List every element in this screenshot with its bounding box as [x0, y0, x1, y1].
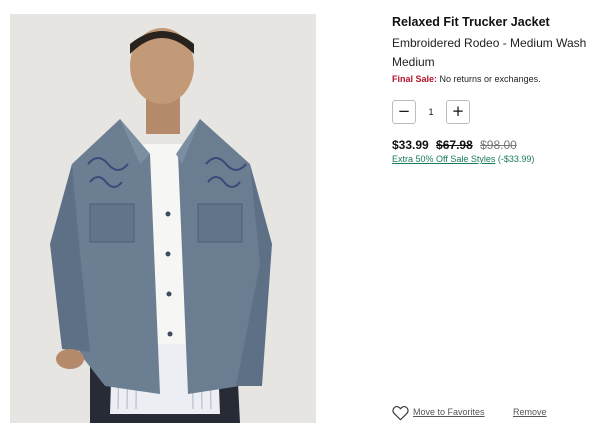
quantity-decrease-button[interactable]: − — [392, 100, 416, 124]
product-image[interactable] — [10, 14, 316, 423]
promo-link[interactable]: Extra 50% Off Sale Styles — [392, 154, 495, 164]
product-variant: Embroidered Rodeo - Medium Wash — [392, 36, 587, 50]
quantity-value: 1 — [428, 107, 434, 117]
final-sale-label: Final Sale: — [392, 74, 438, 84]
remove-link[interactable]: Remove — [513, 407, 547, 417]
quantity-increase-button[interactable]: + — [446, 100, 470, 124]
original-price: $98.00 — [480, 138, 517, 152]
promo-row: Extra 50% Off Sale Styles (-$33.99) — [392, 154, 534, 164]
final-sale-notice: Final Sale: No returns or exchanges. — [392, 74, 541, 84]
price-row: $33.99 $67.98 $98.00 — [392, 138, 517, 152]
was-price: $67.98 — [436, 138, 473, 152]
product-size: Medium — [392, 55, 435, 69]
model-wearing-denim-jacket-illustration — [10, 14, 316, 423]
item-actions: Move to Favorites Remove — [392, 405, 592, 421]
product-title[interactable]: Relaxed Fit Trucker Jacket — [392, 15, 550, 29]
sale-price: $33.99 — [392, 138, 429, 152]
promo-savings: (-$33.99) — [497, 154, 535, 164]
final-sale-text: No returns or exchanges. — [439, 74, 541, 84]
quantity-stepper: − 1 + — [392, 100, 472, 124]
move-to-favorites-link[interactable]: Move to Favorites — [413, 407, 485, 417]
heart-outline-icon[interactable] — [392, 405, 409, 421]
